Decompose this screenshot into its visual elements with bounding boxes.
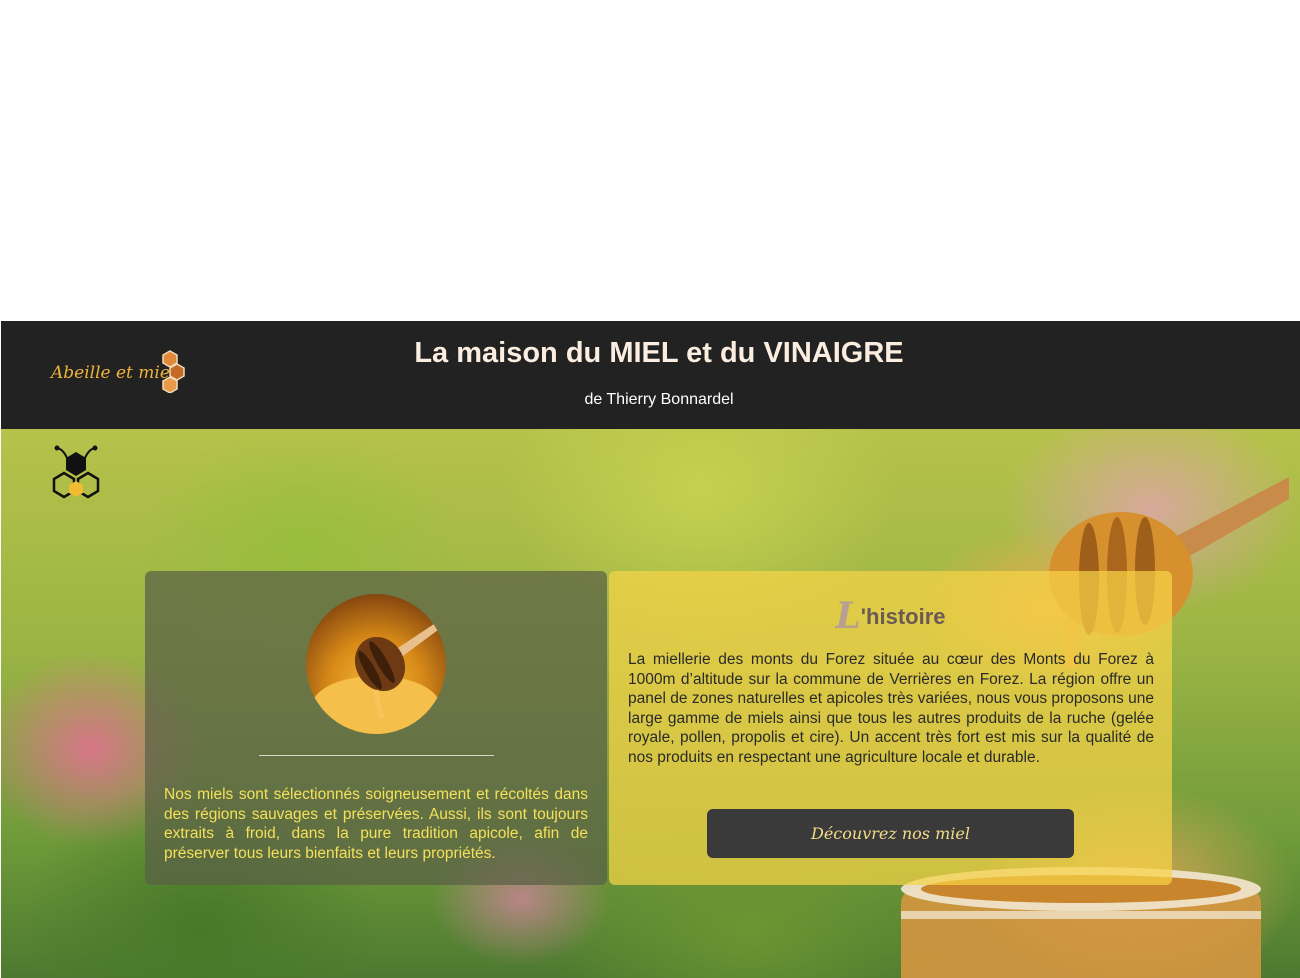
discover-honey-button[interactable]: Découvrez nos miel <box>707 809 1074 858</box>
history-panel: L'histoire La miellerie des monts du For… <box>609 571 1172 885</box>
history-heading-initial: L <box>835 595 861 637</box>
blank-top-area <box>0 0 1300 321</box>
panel-divider <box>259 755 494 756</box>
honey-dipper-icon <box>312 624 440 734</box>
site-header: Abeille et miel La maison du MIEL et du … <box>1 321 1300 429</box>
honey-dipper-photo <box>306 594 446 734</box>
honey-intro-panel: Nos miels sont sélectionnés soigneusemen… <box>145 571 607 885</box>
bee-honeycomb-icon[interactable] <box>43 445 109 501</box>
site-title: La maison du MIEL et du VINAIGRE <box>414 337 904 369</box>
history-text: La miellerie des monts du Forez située a… <box>628 651 1154 766</box>
history-heading: L'histoire <box>609 595 1172 637</box>
honey-intro-text: Nos miels sont sélectionnés soigneusemen… <box>164 786 588 862</box>
site-subtitle: de Thierry Bonnardel <box>584 391 734 408</box>
history-heading-rest: 'histoire <box>860 604 946 629</box>
hero-section: Nos miels sont sélectionnés soigneusemen… <box>1 429 1300 978</box>
